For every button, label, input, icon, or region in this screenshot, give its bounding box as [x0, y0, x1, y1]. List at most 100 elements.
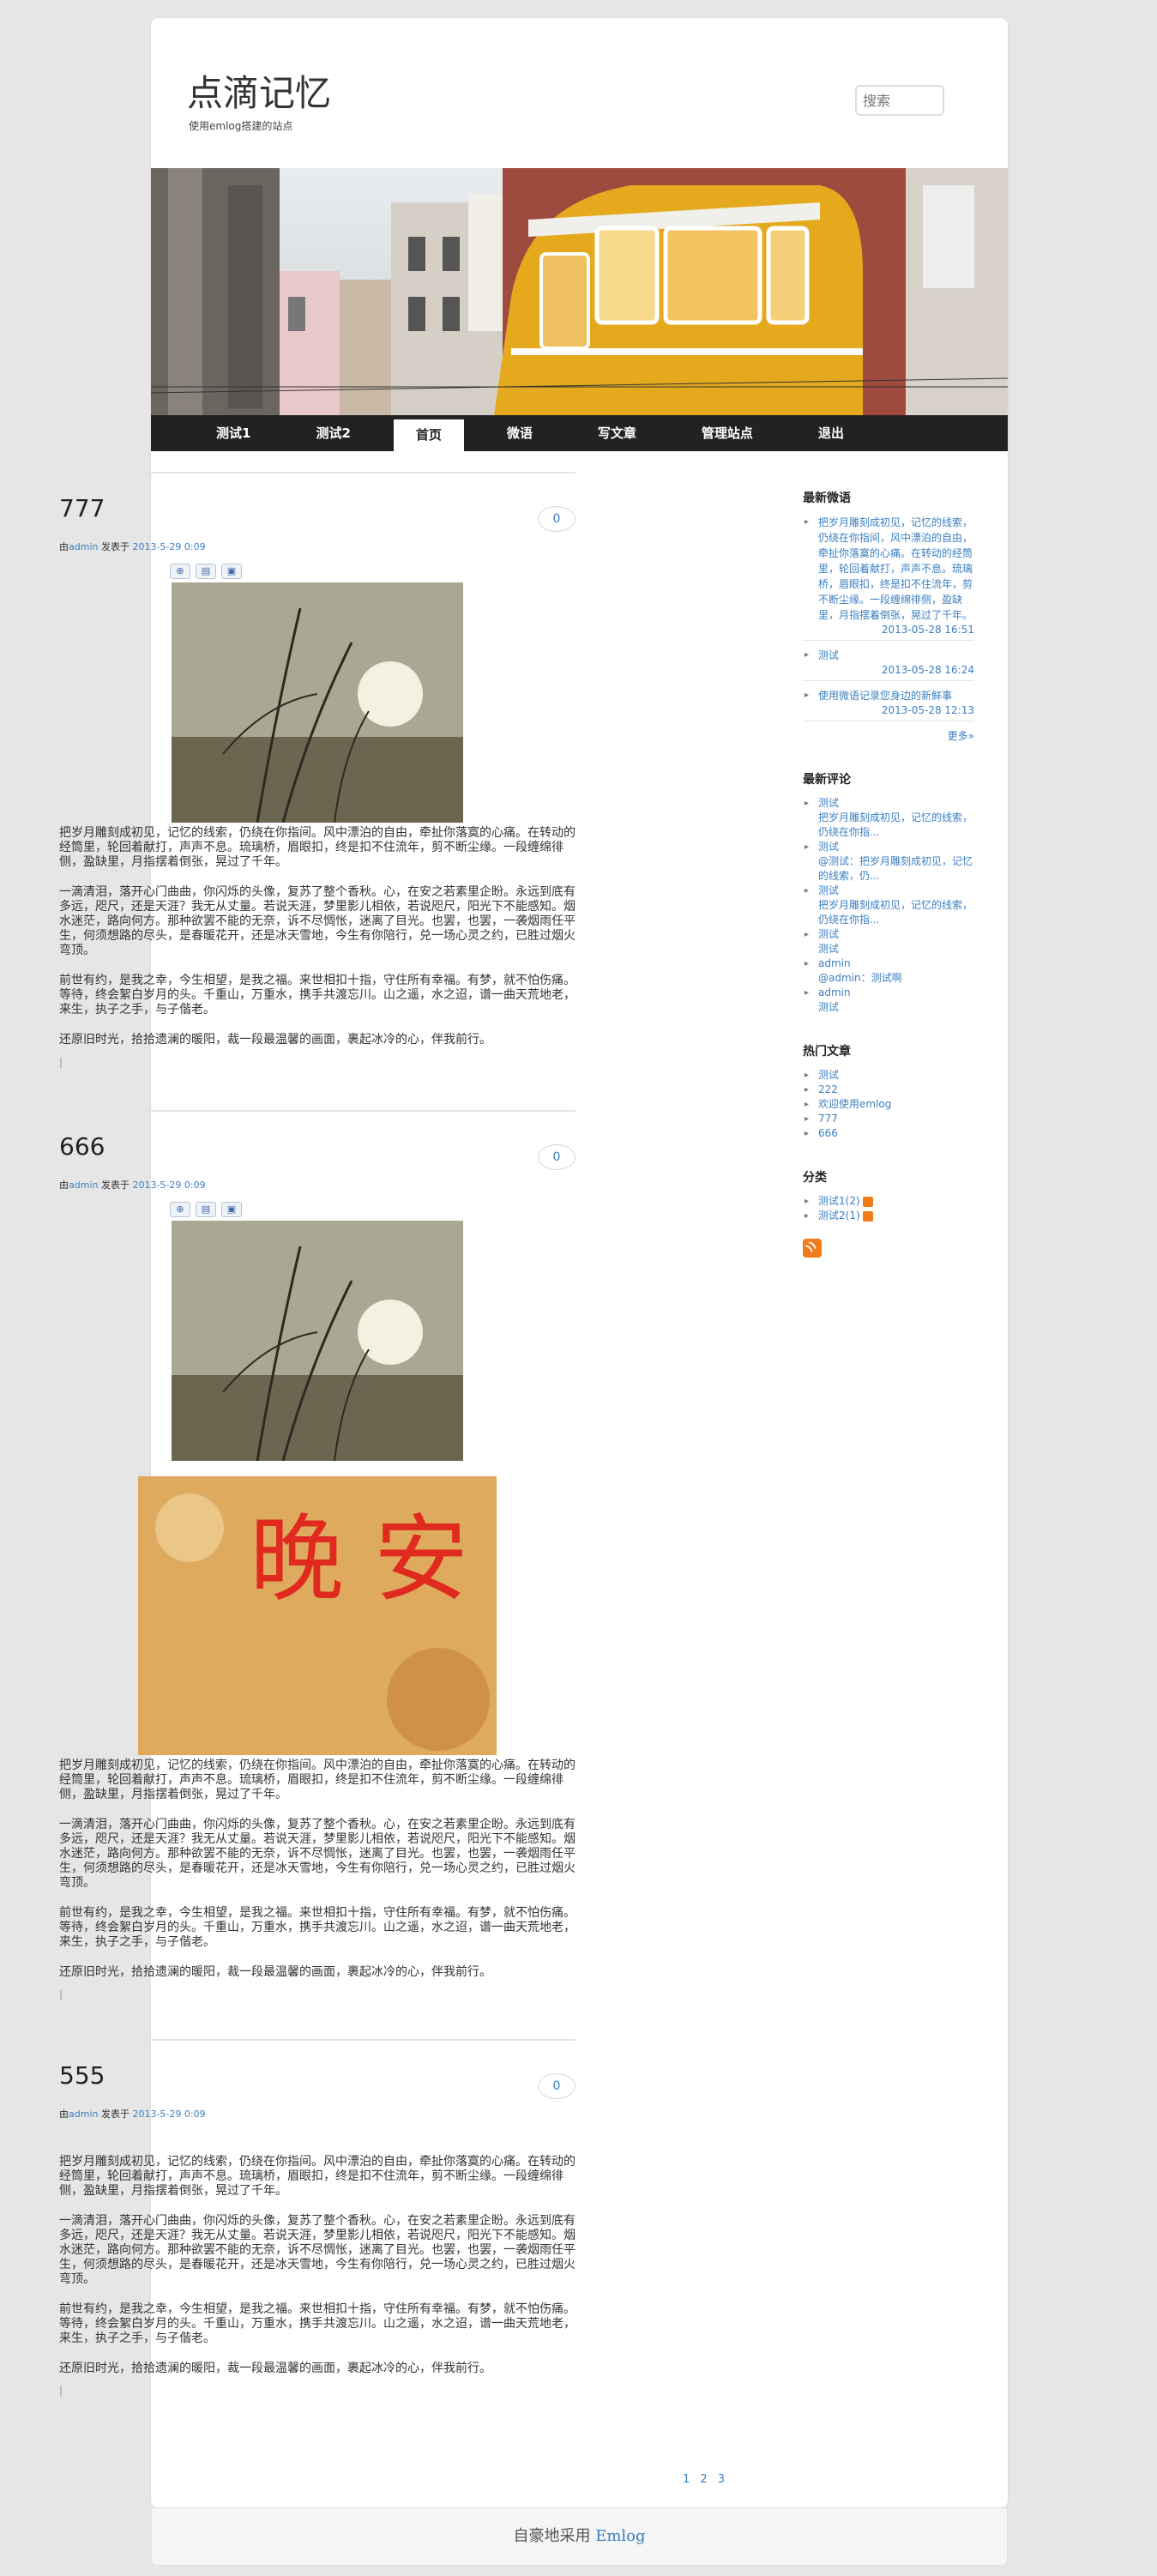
category-link[interactable]: 测试2(1) — [818, 1210, 860, 1222]
text-cursor: | — [59, 1056, 63, 1068]
widget-hot-posts: 热门文章 测试 222 欢迎使用emlog 777 666 — [803, 1042, 974, 1141]
comment-excerpt[interactable]: @admin：测试啊 — [803, 971, 974, 986]
category-item[interactable]: 测试2(1) — [803, 1209, 974, 1223]
post-date: 2013-5-29 0:09 — [132, 2108, 206, 2120]
post-date: 2013-5-29 0:09 — [132, 1179, 206, 1191]
post-author-link[interactable]: admin — [69, 541, 98, 552]
post-title[interactable]: 666 — [59, 1132, 575, 1161]
post-author-link[interactable]: admin — [69, 2108, 98, 2120]
rss-icon[interactable] — [862, 1196, 873, 1207]
nav-item-write[interactable]: 写文章 — [575, 415, 659, 451]
print-icon[interactable]: ▤ — [196, 564, 216, 579]
post-author-link[interactable]: admin — [69, 1179, 98, 1191]
widget-twitter: 最新微语 把岁月雕刻成初见，记忆的线索，仍绕在你指间，风中漂泊的自由，牵扯你落寞… — [803, 489, 974, 743]
post-body: 把岁月雕刻成初见，记忆的线索，仍绕在你指间。风中漂泊的自由，牵扯你落寞的心痛。在… — [59, 2155, 575, 2376]
image-toolbar: ⊕ ▤ ▣ — [170, 1202, 575, 1217]
zoom-icon[interactable]: ⊕ — [170, 564, 190, 579]
main-navigation: 测试1 测试2 首页 微语 写文章 管理站点 退出 — [151, 415, 1008, 451]
post-image-grass — [172, 582, 463, 823]
meta-posted: 发表于 — [98, 541, 133, 552]
hot-post-link[interactable]: 欢迎使用emlog — [803, 1097, 974, 1112]
comment-excerpt[interactable]: 测试 — [803, 1000, 974, 1015]
comment-author[interactable]: admin — [803, 956, 974, 971]
nav-item-admin[interactable]: 管理站点 — [679, 415, 775, 451]
main-content: 777 0 由admin 发表于 2013-5-29 0:09 ⊕ ▤ ▣ 把岁… — [59, 472, 575, 2434]
save-icon[interactable]: ▣ — [221, 1202, 242, 1217]
post-paragraph: 前世有约，是我之幸，今生相望，是我之福。来世相扣十指，守住所有幸福。有梦，就不怕… — [59, 1906, 575, 1949]
post-paragraph: 还原旧时光，拾拾遗澜的暖阳，裁一段最温馨的画面，裹起冰冷的心，伴我前行。 — [59, 2362, 491, 2375]
comment-author[interactable]: admin — [803, 986, 974, 1000]
widget-title: 分类 — [803, 1171, 827, 1185]
site-description: 使用emlog搭建的站点 — [189, 120, 293, 132]
comment-count-badge[interactable]: 0 — [538, 506, 575, 532]
site-title[interactable]: 点滴记忆 — [187, 64, 331, 117]
zoom-icon[interactable]: ⊕ — [170, 1202, 190, 1217]
post-title[interactable]: 777 — [59, 494, 575, 522]
post-image-grass — [172, 1221, 463, 1461]
comment-author[interactable]: 测试 — [803, 840, 974, 854]
widget-comments: 最新评论 测试 把岁月雕刻成初见，记忆的线索，仍绕在你指... 测试 @测试：把… — [803, 770, 974, 1015]
search-input[interactable] — [855, 85, 944, 116]
post-777: 777 0 由admin 发表于 2013-5-29 0:09 ⊕ ▤ ▣ 把岁… — [59, 472, 575, 1110]
post-meta: 由admin 发表于 2013-5-29 0:09 — [59, 1178, 575, 1191]
comment-excerpt[interactable]: @测试：把岁月雕刻成初见，记忆的线索，仍... — [803, 854, 974, 884]
image-toolbar: ⊕ ▤ ▣ — [170, 564, 575, 579]
meta-posted: 发表于 — [98, 2108, 133, 2120]
post-555: 555 0 由admin 发表于 2013-5-29 0:09 把岁月雕刻成初见… — [59, 2039, 575, 2434]
meta-by: 由 — [59, 541, 69, 552]
post-paragraph: 一滴清泪，落开心门曲曲，你闪烁的头像，复苏了整个香秋。心，在安之若素里企盼。永远… — [59, 2214, 575, 2286]
comment-count-badge[interactable]: 0 — [538, 1144, 575, 1170]
save-icon[interactable]: ▣ — [221, 564, 242, 579]
comment-count-badge[interactable]: 0 — [538, 2073, 575, 2099]
meta-posted: 发表于 — [98, 1179, 133, 1191]
post-paragraph: 把岁月雕刻成初见，记忆的线索，仍绕在你指间。风中漂泊的自由，牵扯你落寞的心痛。在… — [59, 826, 575, 869]
nav-item-test1[interactable]: 测试1 — [194, 415, 273, 451]
footer: 自豪地采用 Emlog — [151, 2507, 1008, 2566]
twitter-more-link[interactable]: 更多» — [803, 728, 974, 743]
hot-post-link[interactable]: 777 — [803, 1112, 974, 1126]
nav-item-home[interactable]: 首页 — [393, 419, 464, 451]
goodnight-text: 晚 安 — [250, 1505, 468, 1614]
comment-excerpt[interactable]: 把岁月雕刻成初见，记忆的线索，仍绕在你指... — [803, 811, 974, 840]
widget-title: 热门文章 — [803, 1045, 851, 1059]
post-meta: 由admin 发表于 2013-5-29 0:09 — [59, 540, 575, 553]
rss-feed-icon[interactable] — [803, 1239, 822, 1258]
twitter-item[interactable]: 使用微语记录您身边的新鲜事 — [803, 688, 974, 703]
post-title[interactable]: 555 — [59, 2061, 575, 2090]
pagination[interactable]: 1 2 3 — [683, 2473, 725, 2486]
hot-post-link[interactable]: 666 — [803, 1126, 974, 1141]
comment-author[interactable]: 测试 — [803, 884, 974, 898]
comment-excerpt[interactable]: 把岁月雕刻成初见，记忆的线索，仍绕在你指... — [803, 898, 974, 927]
hot-post-link[interactable]: 222 — [803, 1083, 974, 1097]
category-link[interactable]: 测试1(2) — [818, 1195, 860, 1207]
nav-item-logout[interactable]: 退出 — [796, 415, 866, 451]
category-item[interactable]: 测试1(2) — [803, 1194, 974, 1209]
post-paragraph: 还原旧时光，拾拾遗澜的暖阳，裁一段最温馨的画面，裹起冰冷的心，伴我前行。 — [59, 1965, 491, 1979]
post-paragraph: 前世有约，是我之幸，今生相望，是我之福。来世相扣十指，守住所有幸福。有梦，就不怕… — [59, 974, 575, 1017]
post-paragraph: 前世有约，是我之幸，今生相望，是我之福。来世相扣十指，守住所有幸福。有梦，就不怕… — [59, 2302, 575, 2345]
print-icon[interactable]: ▤ — [196, 1202, 216, 1217]
comment-author[interactable]: 测试 — [803, 796, 974, 811]
post-meta: 由admin 发表于 2013-5-29 0:09 — [59, 2107, 575, 2121]
comment-author[interactable]: 测试 — [803, 927, 974, 942]
post-666: 666 0 由admin 发表于 2013-5-29 0:09 ⊕ ▤ ▣ 晚 … — [59, 1110, 575, 2039]
post-body: 把岁月雕刻成初见，记忆的线索，仍绕在你指间。风中漂泊的自由，牵扯你落寞的心痛。在… — [59, 1759, 575, 1980]
post-paragraph: 还原旧时光，拾拾遗澜的暖阳，裁一段最温馨的画面，裹起冰冷的心，伴我前行。 — [59, 1033, 491, 1047]
post-paragraph: 一滴清泪，落开心门曲曲，你闪烁的头像，复苏了整个香秋。心，在安之若素里企盼。永远… — [59, 1818, 575, 1890]
nav-item-twitter[interactable]: 微语 — [485, 415, 555, 451]
footer-emlog-link[interactable]: Emlog — [595, 2527, 645, 2545]
twitter-date: 2013-05-28 12:13 — [803, 703, 974, 721]
hot-post-link[interactable]: 测试 — [803, 1068, 974, 1083]
post-image-goodnight: 晚 安 — [138, 1476, 497, 1755]
rss-icon[interactable] — [862, 1210, 873, 1222]
header-banner-image — [151, 168, 1008, 415]
twitter-item[interactable]: 把岁月雕刻成初见，记忆的线索，仍绕在你指间，风中漂泊的自由，牵扯你落寞的心痛。在… — [803, 515, 974, 623]
twitter-date: 2013-05-28 16:51 — [803, 623, 974, 641]
nav-item-test2[interactable]: 测试2 — [293, 415, 372, 451]
twitter-item[interactable]: 测试 — [803, 648, 974, 663]
post-paragraph: 一滴清泪，落开心门曲曲，你闪烁的头像，复苏了整个香秋。心，在安之若素里企盼。永远… — [59, 885, 575, 957]
twitter-date: 2013-05-28 16:24 — [803, 663, 974, 681]
sidebar: 最新微语 把岁月雕刻成初见，记忆的线索，仍绕在你指间，风中漂泊的自由，牵扯你落寞… — [803, 489, 974, 1258]
meta-by: 由 — [59, 2108, 69, 2120]
comment-excerpt[interactable]: 测试 — [803, 942, 974, 956]
